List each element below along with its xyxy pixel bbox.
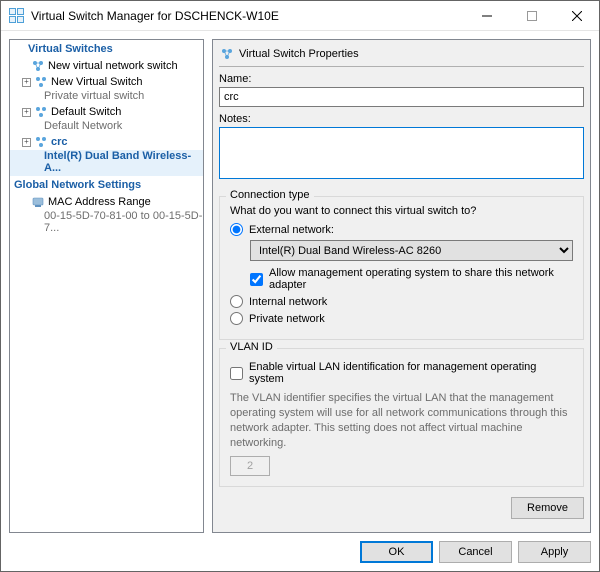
vlan-group: VLAN ID Enable virtual LAN identificatio… (219, 348, 584, 487)
remove-button[interactable]: Remove (511, 497, 584, 519)
switch-icon (35, 106, 47, 118)
dialog-footer: OK Cancel Apply (1, 533, 599, 571)
vlan-description: The VLAN identifier specifies the virtua… (230, 391, 573, 450)
internal-radio-input[interactable] (230, 295, 243, 308)
item-label: Default Switch (51, 106, 121, 118)
item-sub: Intel(R) Dual Band Wireless-A... (10, 150, 203, 176)
window: Virtual Switch Manager for DSCHENCK-W10E… (0, 0, 600, 572)
notes-textarea[interactable] (219, 127, 584, 179)
properties-header: Virtual Switch Properties (219, 44, 584, 67)
nic-icon (32, 196, 44, 208)
item-sub: Default Network (10, 120, 203, 134)
switch-icon (35, 76, 47, 88)
switch-icon (221, 48, 233, 60)
allow-mgmt-label: Allow management operating system to sha… (269, 267, 573, 291)
expander-icon[interactable]: + (22, 78, 31, 87)
cancel-button[interactable]: Cancel (439, 541, 512, 563)
item-label: crc (51, 136, 68, 148)
vlan-id-input (230, 456, 270, 476)
mac-range-label: MAC Address Range (48, 196, 151, 208)
private-label: Private network (249, 313, 325, 325)
expander-icon[interactable]: + (22, 138, 31, 147)
connection-group-title: Connection type (226, 189, 314, 201)
internal-network-radio[interactable]: Internal network (230, 295, 573, 308)
maximize-button[interactable] (509, 1, 554, 30)
mac-range-value: 00-15-5D-70-81-00 to 00-15-5D-7... (10, 210, 203, 236)
window-title: Virtual Switch Manager for DSCHENCK-W10E (31, 9, 464, 23)
properties-title: Virtual Switch Properties (239, 48, 359, 60)
tree: Virtual Switches New virtual network swi… (10, 40, 203, 236)
private-network-radio[interactable]: Private network (230, 312, 573, 325)
window-controls (464, 1, 599, 30)
global-network-settings-header[interactable]: Global Network Settings (10, 176, 203, 194)
external-network-radio[interactable]: External network: (230, 223, 573, 236)
enable-vlan-checkbox[interactable]: Enable virtual LAN identification for ma… (230, 361, 573, 385)
enable-vlan-input[interactable] (230, 367, 243, 380)
body: Virtual Switches New virtual network swi… (1, 31, 599, 533)
switch-icon (35, 136, 47, 148)
apply-button[interactable]: Apply (518, 541, 591, 563)
minimize-button[interactable] (464, 1, 509, 30)
external-radio-input[interactable] (230, 223, 243, 236)
titlebar: Virtual Switch Manager for DSCHENCK-W10E (1, 1, 599, 31)
sidebar: Virtual Switches New virtual network swi… (9, 39, 204, 533)
name-input[interactable] (219, 87, 584, 107)
ok-button[interactable]: OK (360, 541, 433, 563)
connection-question: What do you want to connect this virtual… (230, 205, 573, 217)
name-label: Name: (219, 73, 584, 85)
adapter-select[interactable]: Intel(R) Dual Band Wireless-AC 8260 (250, 240, 573, 261)
virtual-switches-header[interactable]: Virtual Switches (10, 40, 203, 58)
properties-panel: Virtual Switch Properties Name: Notes: C… (212, 39, 591, 533)
item-sub: Private virtual switch (10, 90, 203, 104)
allow-mgmt-checkbox[interactable]: Allow management operating system to sha… (250, 267, 573, 291)
mac-address-range[interactable]: MAC Address Range (10, 194, 203, 210)
sidebar-item-crc[interactable]: + crc (10, 134, 203, 150)
private-radio-input[interactable] (230, 312, 243, 325)
new-switch-label: New virtual network switch (48, 60, 178, 72)
app-icon (9, 8, 25, 24)
sidebar-item-default-switch[interactable]: + Default Switch (10, 104, 203, 120)
allow-mgmt-input[interactable] (250, 273, 263, 286)
notes-label: Notes: (219, 113, 584, 125)
sidebar-item-new-virtual-switch[interactable]: + New Virtual Switch (10, 74, 203, 90)
switch-icon (32, 60, 44, 72)
close-button[interactable] (554, 1, 599, 30)
new-virtual-network-switch[interactable]: New virtual network switch (10, 58, 203, 74)
connection-type-group: Connection type What do you want to conn… (219, 196, 584, 340)
internal-label: Internal network (249, 296, 327, 308)
vlan-group-title: VLAN ID (226, 341, 277, 353)
external-label: External network: (249, 224, 334, 236)
expander-icon[interactable]: + (22, 108, 31, 117)
item-label: New Virtual Switch (51, 76, 143, 88)
enable-vlan-label: Enable virtual LAN identification for ma… (249, 361, 573, 385)
